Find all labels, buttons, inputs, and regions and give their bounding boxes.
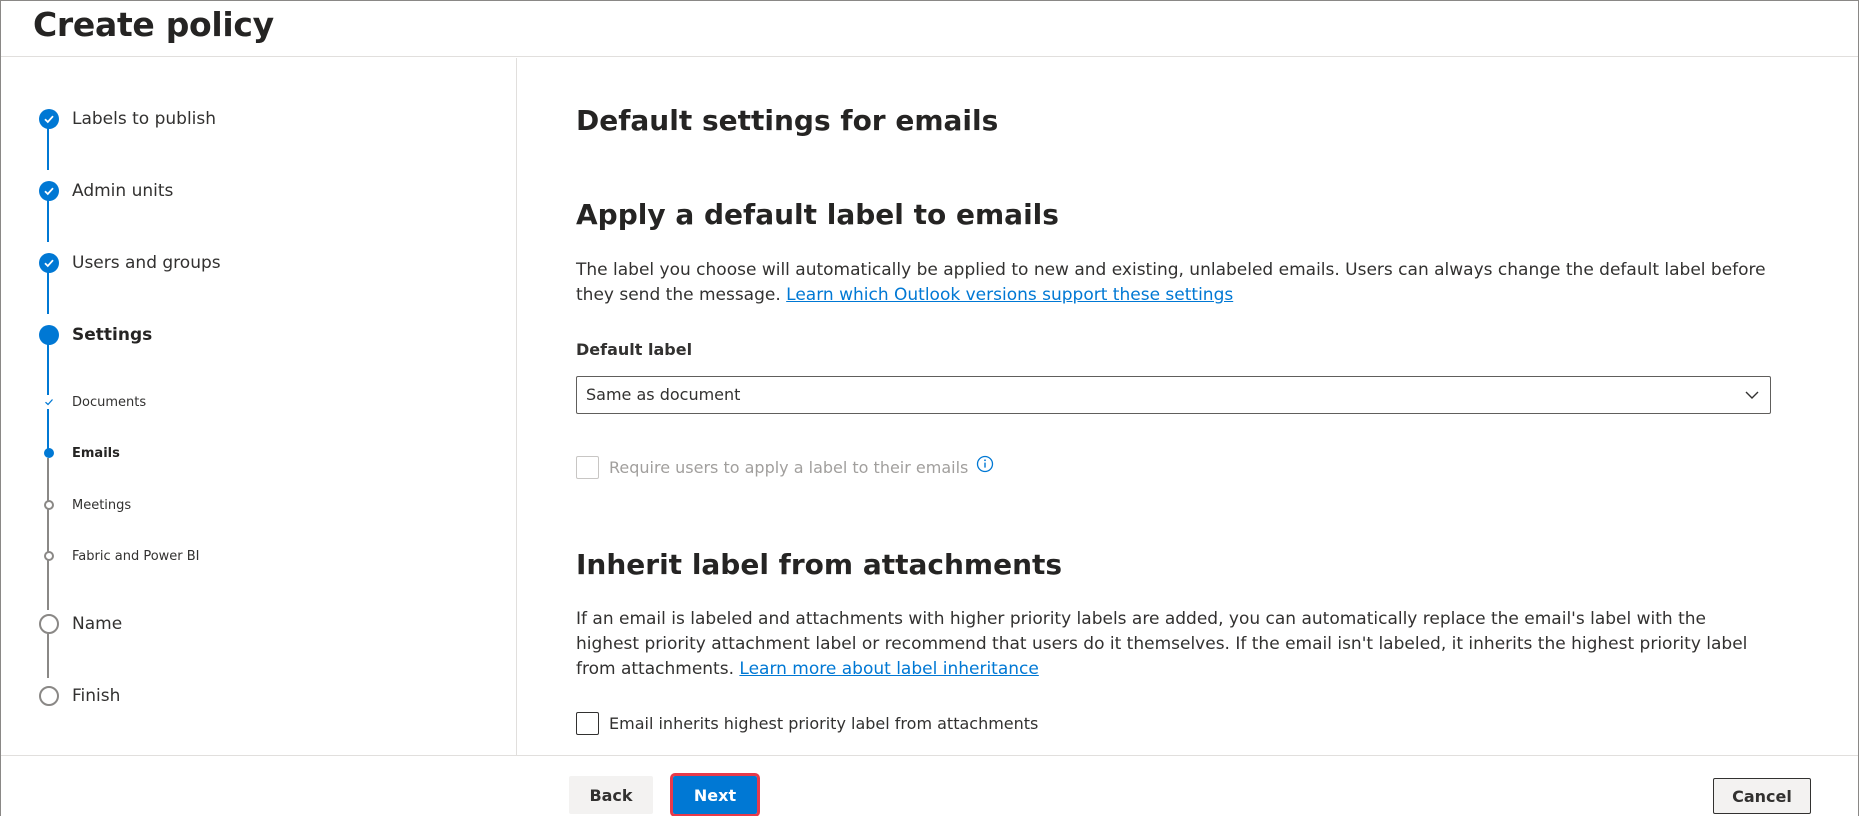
pending-substep-circle-icon xyxy=(44,500,54,510)
section-title: Default settings for emails xyxy=(576,104,999,137)
default-label-description: The label you choose will automatically … xyxy=(576,258,1766,308)
inherit-label-description: If an email is labeled and attachments w… xyxy=(576,607,1766,682)
inherit-label-heading: Inherit label from attachments xyxy=(576,548,1063,581)
page-header: Create policy xyxy=(1,1,1858,57)
pending-substep-circle-icon xyxy=(44,551,54,561)
chevron-down-icon xyxy=(1744,387,1760,407)
require-label-checkbox[interactable] xyxy=(576,456,599,479)
step-label: Name xyxy=(72,614,123,634)
checkmark-icon xyxy=(39,109,59,129)
wizard-steps-sidebar: Labels to publish Admin units Users and … xyxy=(1,58,517,755)
current-step-dot-icon xyxy=(39,325,59,345)
step-label: Labels to publish xyxy=(72,109,217,129)
dropdown-selected-value: Same as document xyxy=(586,385,741,404)
inherit-label-option: Email inherits highest priority label fr… xyxy=(576,712,1038,735)
default-label-dropdown[interactable]: Same as document xyxy=(576,376,1771,414)
create-policy-window: Create policy Labels to publish Admin un… xyxy=(0,0,1859,816)
cancel-button[interactable]: Cancel xyxy=(1713,778,1811,814)
step-label: Fabric and Power BI xyxy=(72,548,200,564)
page-title: Create policy xyxy=(33,5,274,44)
step-label: Documents xyxy=(72,394,147,410)
label-inheritance-link[interactable]: Learn more about label inheritance xyxy=(739,659,1038,679)
step-label: Admin units xyxy=(72,181,174,201)
pending-step-circle-icon xyxy=(39,614,59,634)
default-label-heading: Apply a default label to emails xyxy=(576,198,1059,231)
step-label: Meetings xyxy=(72,497,132,513)
require-label-checkbox-label: Require users to apply a label to their … xyxy=(609,458,969,477)
step-label: Finish xyxy=(72,686,121,706)
step-connector xyxy=(47,336,49,452)
inherit-label-checkbox-label: Email inherits highest priority label fr… xyxy=(609,714,1039,733)
step-label: Users and groups xyxy=(72,253,221,273)
wizard-footer: Back Next Cancel xyxy=(1,755,1858,816)
outlook-versions-link[interactable]: Learn which Outlook versions support the… xyxy=(786,285,1233,305)
inherit-label-checkbox[interactable] xyxy=(576,712,599,735)
checkmark-icon xyxy=(39,253,59,273)
next-button[interactable]: Next xyxy=(670,773,760,816)
default-label-field-label: Default label xyxy=(576,340,693,359)
small-checkmark-icon xyxy=(42,395,56,409)
pending-step-circle-icon xyxy=(39,686,59,706)
checkmark-icon xyxy=(39,181,59,201)
info-icon[interactable] xyxy=(976,455,994,477)
current-substep-dot-icon xyxy=(44,448,54,458)
step-connector xyxy=(47,458,49,610)
require-label-option: Require users to apply a label to their … xyxy=(576,455,994,479)
back-button[interactable]: Back xyxy=(569,776,653,814)
step-label: Settings xyxy=(72,325,153,345)
step-connector xyxy=(47,630,49,678)
step-label: Emails xyxy=(72,445,120,461)
